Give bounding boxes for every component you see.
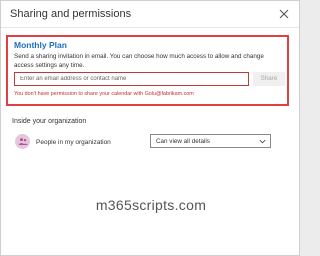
avatar xyxy=(15,134,30,149)
share-invitation-panel: Monthly Plan Send a sharing invitation i… xyxy=(6,35,289,106)
share-button[interactable]: Share xyxy=(253,72,285,86)
org-member-label: People in my organization xyxy=(36,139,111,146)
dialog-title-bar: Sharing and permissions xyxy=(1,1,299,28)
calendar-name: Monthly Plan xyxy=(14,40,67,50)
sharing-permissions-dialog: Sharing and permissions Monthly Plan Sen… xyxy=(0,0,300,256)
permission-dropdown[interactable]: Can view all details xyxy=(150,134,271,148)
dialog-title: Sharing and permissions xyxy=(10,8,132,20)
chevron-down-icon xyxy=(259,139,266,144)
watermark: m365scripts.com xyxy=(95,197,207,213)
share-description: Send a sharing invitation in email. You … xyxy=(14,53,264,69)
email-input[interactable] xyxy=(14,72,249,86)
close-icon[interactable] xyxy=(278,8,290,20)
people-icon xyxy=(18,138,27,145)
permission-selected-value: Can view all details xyxy=(156,138,210,145)
inside-organization-heading: Inside your organization xyxy=(12,118,87,125)
error-message: You don't have permission to share your … xyxy=(14,91,194,97)
